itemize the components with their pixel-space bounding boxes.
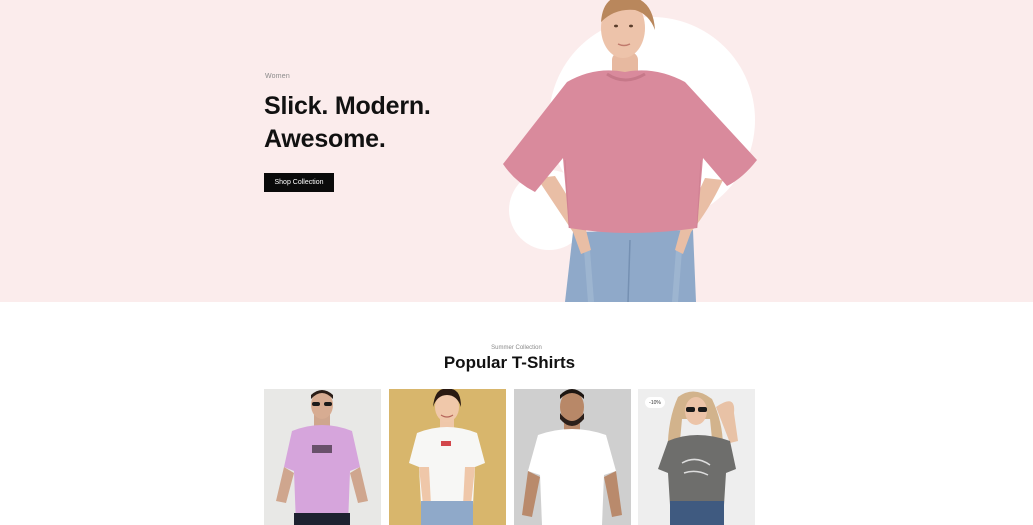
product-image-4	[638, 389, 755, 525]
hero-banner: Women Slick. Modern. Awesome. Shop Colle…	[0, 0, 1033, 302]
product-image-2	[389, 389, 506, 525]
hero-eyebrow: Women	[265, 73, 290, 80]
hero-title: Slick. Modern. Awesome.	[264, 90, 431, 156]
hero-model-image	[503, 0, 757, 302]
product-card-2[interactable]	[389, 389, 506, 525]
product-grid: -10%	[264, 389, 755, 525]
section-title: Popular T-Shirts	[443, 353, 576, 372]
product-card-4[interactable]: -10%	[638, 389, 755, 525]
product-card-1[interactable]	[264, 389, 381, 525]
hero-title-line-2: Awesome.	[264, 125, 386, 153]
discount-badge: -10%	[645, 397, 665, 408]
section-eyebrow: Summer Collection	[491, 345, 542, 351]
hero-title-line-1: Slick. Modern.	[264, 92, 431, 120]
product-image-1	[264, 389, 381, 525]
product-image-3	[514, 389, 631, 525]
shop-collection-button[interactable]: Shop Collection	[264, 173, 334, 192]
product-card-3[interactable]	[514, 389, 631, 525]
